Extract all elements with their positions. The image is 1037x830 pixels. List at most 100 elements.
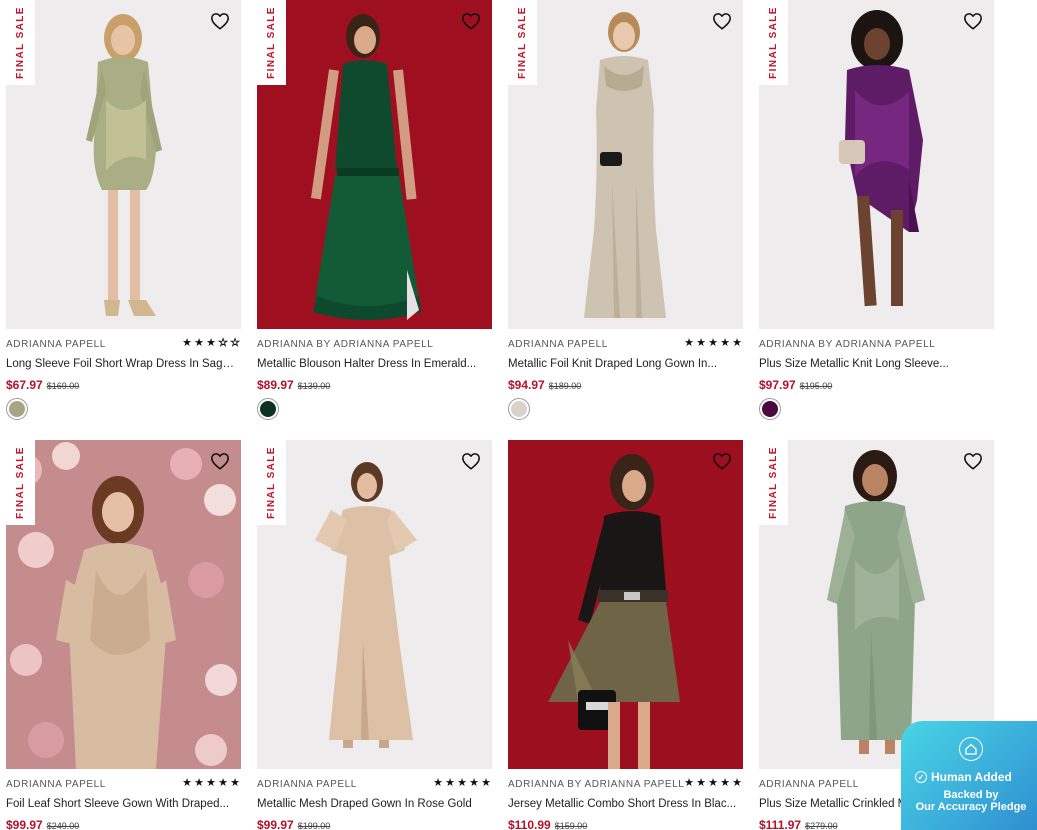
product-photo <box>257 0 492 329</box>
star-icon: ★ <box>696 337 706 349</box>
star-icon: ★ <box>230 777 240 789</box>
original-price: $159.00 <box>554 821 588 830</box>
product-photo <box>759 0 994 329</box>
product-card[interactable]: FINAL SALE ADRIANNA BY ADRIANNA PAPELL M… <box>257 0 492 420</box>
sale-price: $67.97 <box>6 378 43 392</box>
star-icon: ★ <box>433 777 443 789</box>
product-name[interactable]: Metallic Foil Knit Draped Long Gown In..… <box>508 357 740 371</box>
sale-price: $97.97 <box>759 378 796 392</box>
home-shield-icon <box>959 737 983 761</box>
star-icon: ☆ <box>230 337 240 350</box>
star-icon: ★ <box>684 337 694 349</box>
star-icon: ★ <box>206 777 216 789</box>
product-image[interactable]: FINAL SALE <box>257 440 492 769</box>
star-icon: ☆ <box>218 337 228 350</box>
color-swatch[interactable] <box>6 398 28 420</box>
sale-price: $111.97 <box>759 818 802 830</box>
product-photo <box>508 440 743 769</box>
sale-price: $99.97 <box>6 818 43 830</box>
original-price: $195.00 <box>799 381 833 391</box>
original-price: $279.00 <box>805 821 838 830</box>
original-price: $169.00 <box>46 381 80 391</box>
product-card[interactable]: FINAL SALE ADRIANNA PAPELL ★ ★ ★ ★ ★ Metalli… <box>508 0 743 420</box>
final-sale-badge: FINAL SALE <box>257 440 286 525</box>
product-photo <box>759 440 994 769</box>
human-added-label: ✓ Human Added <box>915 770 1012 784</box>
wishlist-heart-icon[interactable] <box>712 12 732 30</box>
product-name[interactable]: Jersey Metallic Combo Short Dress In Bla… <box>508 797 740 811</box>
color-swatch[interactable] <box>508 398 530 420</box>
star-icon: ★ <box>457 777 467 789</box>
star-icon: ★ <box>720 777 730 789</box>
star-icon: ★ <box>684 777 694 789</box>
original-price: $249.00 <box>46 821 80 830</box>
final-sale-badge: FINAL SALE <box>6 0 35 85</box>
product-name[interactable]: Metallic Blouson Halter Dress In Emerald… <box>257 357 489 371</box>
wishlist-heart-icon[interactable] <box>461 452 481 470</box>
wishlist-heart-icon[interactable] <box>210 12 230 30</box>
product-name[interactable]: Long Sleeve Foil Short Wrap Dress In Sag… <box>6 357 238 371</box>
accuracy-pledge-widget[interactable]: ✓ Human Added Backed by Our Accuracy Pled… <box>901 721 1037 830</box>
original-price: $139.00 <box>297 381 331 391</box>
star-icon: ★ <box>720 337 730 349</box>
color-swatch[interactable] <box>759 398 781 420</box>
product-name[interactable]: Metallic Mesh Draped Gown In Rose Gold <box>257 797 489 811</box>
rating-stars: ★ ★ ★ ★ ★ <box>683 777 743 789</box>
sale-price: $110.99 <box>508 818 551 830</box>
rating-stars: ★ ★ ★ ★ ★ <box>432 777 492 789</box>
final-sale-badge: FINAL SALE <box>6 440 35 525</box>
star-icon: ★ <box>182 337 192 349</box>
star-icon: ★ <box>218 777 228 789</box>
wishlist-heart-icon[interactable] <box>963 12 983 30</box>
product-card[interactable]: FINAL SALE ADRIANNA PAPELL ★ ★ ★ ★ ★ Foil Le… <box>6 440 241 830</box>
product-name[interactable]: Foil Leaf Short Sleeve Gown With Draped.… <box>6 797 238 811</box>
star-icon: ★ <box>481 777 491 789</box>
star-icon: ★ <box>206 337 216 349</box>
rating-stars: ★ ★ ★ ★ ★ <box>181 777 241 789</box>
star-icon: ★ <box>445 777 455 789</box>
star-icon: ★ <box>469 777 479 789</box>
product-image[interactable]: FINAL SALE <box>257 0 492 329</box>
product-image[interactable]: FINAL SALE <box>508 0 743 329</box>
product-photo <box>508 0 743 329</box>
product-image[interactable] <box>508 440 743 769</box>
final-sale-badge: FINAL SALE <box>759 440 788 525</box>
product-name[interactable]: Plus Size Metallic Knit Long Sleeve... <box>759 357 991 371</box>
color-swatch[interactable] <box>257 398 279 420</box>
check-icon: ✓ <box>915 771 927 783</box>
product-brand: ADRIANNA BY ADRIANNA PAPELL <box>257 339 434 350</box>
product-image[interactable]: FINAL SALE <box>6 440 241 769</box>
final-sale-badge: FINAL SALE <box>257 0 286 85</box>
pledge-line-1: Backed by <box>943 789 999 801</box>
product-photo <box>6 0 241 329</box>
wishlist-heart-icon[interactable] <box>712 452 732 470</box>
sale-price: $94.97 <box>508 378 545 392</box>
product-photo <box>257 440 492 769</box>
star-icon: ★ <box>732 337 742 349</box>
wishlist-heart-icon[interactable] <box>210 452 230 470</box>
rating-stars: ★ ★ ★ ★ ★ <box>683 337 743 349</box>
pledge-line-2: Our Accuracy Pledge <box>915 801 1027 813</box>
sale-price: $99.97 <box>257 818 294 830</box>
product-card[interactable]: FINAL SALE ADRIANNA PAPELL ★ ★ ★ ☆ ☆ Long Sl… <box>6 0 241 420</box>
wishlist-heart-icon[interactable] <box>461 12 481 30</box>
original-price: $199.00 <box>297 821 331 830</box>
product-card[interactable]: FINAL SALE ADRIANNA BY ADRIANNA PAPELL P… <box>759 0 994 420</box>
product-image[interactable]: FINAL SALE <box>759 0 994 329</box>
rating-stars: ★ ★ ★ ☆ ☆ <box>181 337 241 350</box>
product-brand: ADRIANNA BY ADRIANNA PAPELL <box>759 339 936 350</box>
product-card[interactable]: FINAL SALE ADRIANNA PAPELL ★ ★ ★ ★ ★ Metalli… <box>257 440 492 830</box>
sale-price: $89.97 <box>257 378 294 392</box>
star-icon: ★ <box>708 337 718 349</box>
wishlist-heart-icon[interactable] <box>963 452 983 470</box>
product-card[interactable]: ADRIANNA BY ADRIANNA PAPELL ★ ★ ★ ★ ★ Jersey… <box>508 440 743 830</box>
star-icon: ★ <box>696 777 706 789</box>
final-sale-badge: FINAL SALE <box>759 0 788 85</box>
star-icon: ★ <box>194 337 204 349</box>
star-icon: ★ <box>182 777 192 789</box>
star-icon: ★ <box>708 777 718 789</box>
product-image[interactable]: FINAL SALE <box>6 0 241 329</box>
product-photo <box>6 440 241 769</box>
star-icon: ★ <box>732 777 742 789</box>
product-image[interactable]: FINAL SALE <box>759 440 994 769</box>
